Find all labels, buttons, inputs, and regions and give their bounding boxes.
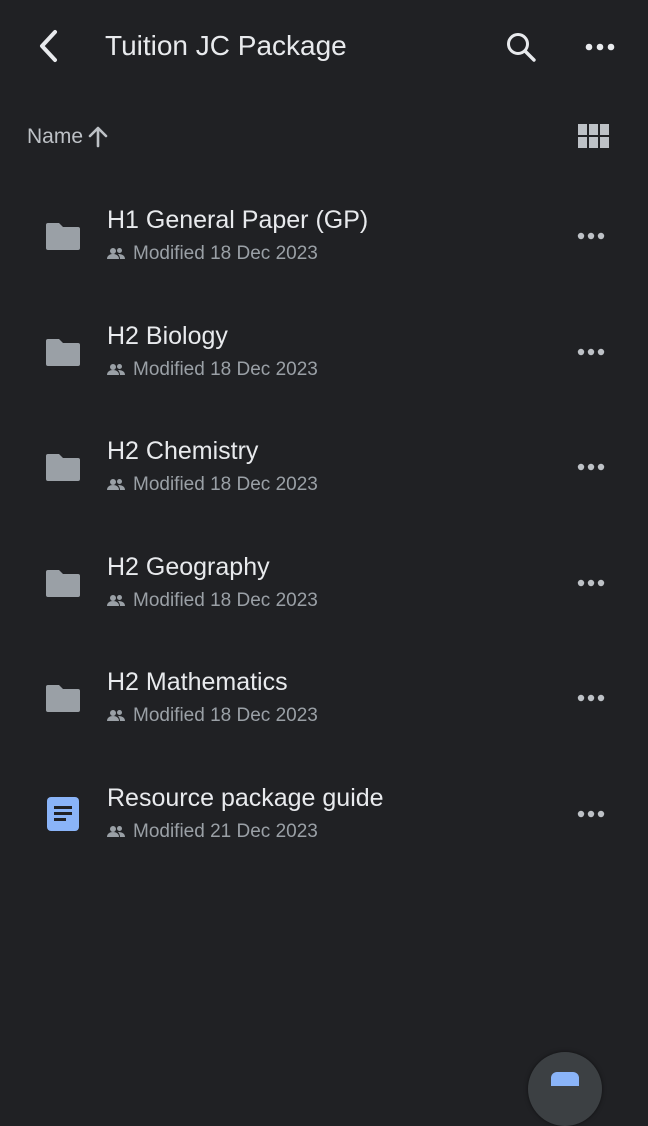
folder-row[interactable]: H2 Chemistry Modified 18 Dec 2023 [0,409,648,525]
item-more-options-button[interactable] [568,334,614,370]
more-horizontal-icon [577,463,605,471]
item-more-options-button[interactable] [568,218,614,254]
item-name: H1 General Paper (GP) [107,206,369,234]
page-title: Tuition JC Package [105,30,347,61]
back-button[interactable] [28,24,68,68]
modified-date: Modified 18 Dec 2023 [133,589,318,611]
sort-bar: Name [0,110,648,164]
shared-people-icon [107,594,125,608]
shared-people-icon [107,709,125,723]
more-horizontal-icon [577,810,605,818]
item-name: H2 Geography [107,552,270,581]
grid-view-button[interactable] [574,119,614,155]
folder-icon [42,447,84,487]
item-meta: Modified 18 Dec 2023 [107,473,318,497]
shared-people-icon [107,247,125,261]
folder-icon [42,678,84,718]
modified-date: Modified 18 Dec 2023 [133,705,318,727]
modified-date: Modified 18 Dec 2023 [133,358,318,380]
item-name: H2 Chemistry [107,437,259,466]
shared-people-icon [107,478,125,492]
item-meta: Modified 18 Dec 2023 [107,242,318,266]
modified-date: Modified 21 Dec 2023 [133,820,318,842]
folder-row[interactable]: H2 Mathematics Modified 18 Dec 2023 [0,640,648,756]
file-list: H1 General Paper (GP) Modified 18 Dec 202… [0,178,648,872]
item-more-options-button[interactable] [568,796,614,832]
new-button[interactable] [528,1052,602,1126]
item-more-options-button[interactable] [568,449,614,485]
folder-row[interactable]: H2 Geography Modified 18 Dec 2023 [0,525,648,641]
item-meta: Modified 18 Dec 2023 [107,704,318,728]
modified-date: Modified 18 Dec 2023 [133,243,318,264]
item-name: H2 Biology [107,321,228,350]
shared-people-icon [107,825,125,839]
item-more-options-button[interactable] [568,565,614,601]
search-button[interactable] [500,26,542,68]
google-docs-icon [42,794,84,834]
item-name: Resource package guide [107,783,384,812]
item-more-options-button[interactable] [568,680,614,716]
item-name: H2 Mathematics [107,668,288,697]
modified-date: Modified 18 Dec 2023 [133,474,318,496]
folder-icon [42,332,84,372]
item-meta: Modified 21 Dec 2023 [107,820,318,844]
more-horizontal-icon [585,43,615,51]
top-app-bar: Tuition JC Package [0,0,648,92]
grid-view-icon [578,124,609,148]
sort-label: Name [27,125,84,148]
shared-people-icon [107,363,125,377]
more-horizontal-icon [577,232,605,240]
item-meta: Modified 18 Dec 2023 [107,589,318,613]
document-row[interactable]: Resource package guide Modified 21 Dec 20… [0,756,648,872]
folder-icon [42,563,84,603]
back-arrow-icon [40,30,57,62]
arrow-up-icon [87,125,109,149]
sort-by-name-button[interactable]: Name [27,122,109,152]
new-icon [551,1072,579,1086]
more-horizontal-icon [577,579,605,587]
folder-row[interactable]: H1 General Paper (GP) Modified 18 Dec 202… [0,178,648,294]
folder-icon [42,216,84,256]
more-horizontal-icon [577,348,605,356]
search-icon [507,33,536,62]
more-horizontal-icon [577,694,605,702]
folder-row[interactable]: H2 Biology Modified 18 Dec 2023 [0,294,648,410]
more-options-button[interactable] [578,26,622,68]
item-meta: Modified 18 Dec 2023 [107,358,318,382]
